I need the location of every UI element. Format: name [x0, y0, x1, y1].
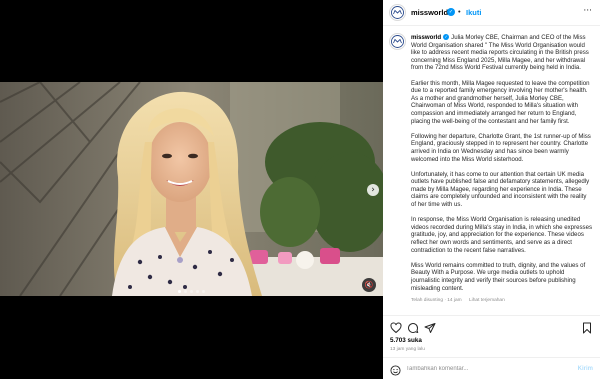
heart-icon[interactable]	[390, 321, 402, 334]
next-slide-button[interactable]: ›	[367, 184, 379, 196]
follow-button[interactable]: Ikuti	[466, 8, 481, 17]
caption-section: missworld ✓ Julia Morley CBE, Chairman and…	[383, 27, 600, 315]
chevron-right-icon: ›	[371, 185, 375, 195]
post-header: missworld ✓ • Ikuti ···	[383, 0, 600, 26]
video-frame[interactable]	[0, 82, 383, 296]
caption-text: missworld ✓ Julia Morley CBE, Chairman and…	[411, 34, 593, 304]
caption-paragraph: Unfortunately, it has come to our attent…	[411, 170, 590, 209]
see-translation-link[interactable]: Lihat terjemahan	[469, 298, 505, 303]
carousel-dot	[202, 290, 205, 293]
username-link[interactable]: missworld	[411, 8, 448, 17]
more-horizontal-icon[interactable]: ···	[583, 6, 592, 16]
carousel-dot	[178, 290, 181, 293]
emoji-icon[interactable]	[390, 363, 401, 376]
caption-paragraph: Miss World remains committed to truth, d…	[411, 261, 586, 292]
carousel-dot	[196, 290, 199, 293]
verified-badge-icon: ✓	[447, 7, 455, 16]
comment-icon[interactable]	[407, 321, 419, 333]
caption-paragraph: In response, the Miss World Organisation…	[411, 216, 593, 254]
like-count[interactable]: 5.703 suka	[390, 337, 422, 344]
caption-meta: Telah disunting · 14 jam Lihat terjemaha…	[411, 297, 593, 305]
comment-input[interactable]	[406, 362, 556, 375]
share-icon[interactable]	[424, 321, 436, 333]
action-bar	[383, 315, 600, 337]
caption-paragraph: Following her departure, Charlotte Grant…	[411, 132, 591, 163]
missworld-logo-icon	[391, 35, 404, 48]
avatar[interactable]	[389, 4, 406, 21]
post-sidebar: missworld ✓ • Ikuti ··· missworld ✓ Julia …	[383, 0, 600, 379]
speaker-muted-icon: 🔇	[364, 281, 374, 289]
comment-bar: Kirim	[383, 357, 600, 379]
post-comment-button[interactable]: Kirim	[578, 366, 593, 372]
avatar[interactable]	[389, 33, 406, 50]
bookmark-icon[interactable]	[581, 321, 593, 334]
video-still	[0, 82, 383, 296]
caption-paragraph: Earlier this month, Milla Magee requeste…	[411, 79, 590, 125]
post-timestamp: 13 jam yang lalu	[390, 347, 425, 352]
edited-timestamp: Telah disunting · 14 jam	[411, 297, 462, 303]
caption-username-link[interactable]: missworld	[411, 34, 441, 41]
missworld-logo-icon	[391, 6, 404, 19]
verified-badge-icon: ✓	[443, 34, 450, 41]
carousel-indicator	[0, 290, 383, 293]
carousel-dot	[184, 290, 187, 293]
separator-dot: •	[458, 7, 461, 16]
carousel-dot	[190, 290, 193, 293]
post-media: › 🔇	[0, 0, 383, 379]
